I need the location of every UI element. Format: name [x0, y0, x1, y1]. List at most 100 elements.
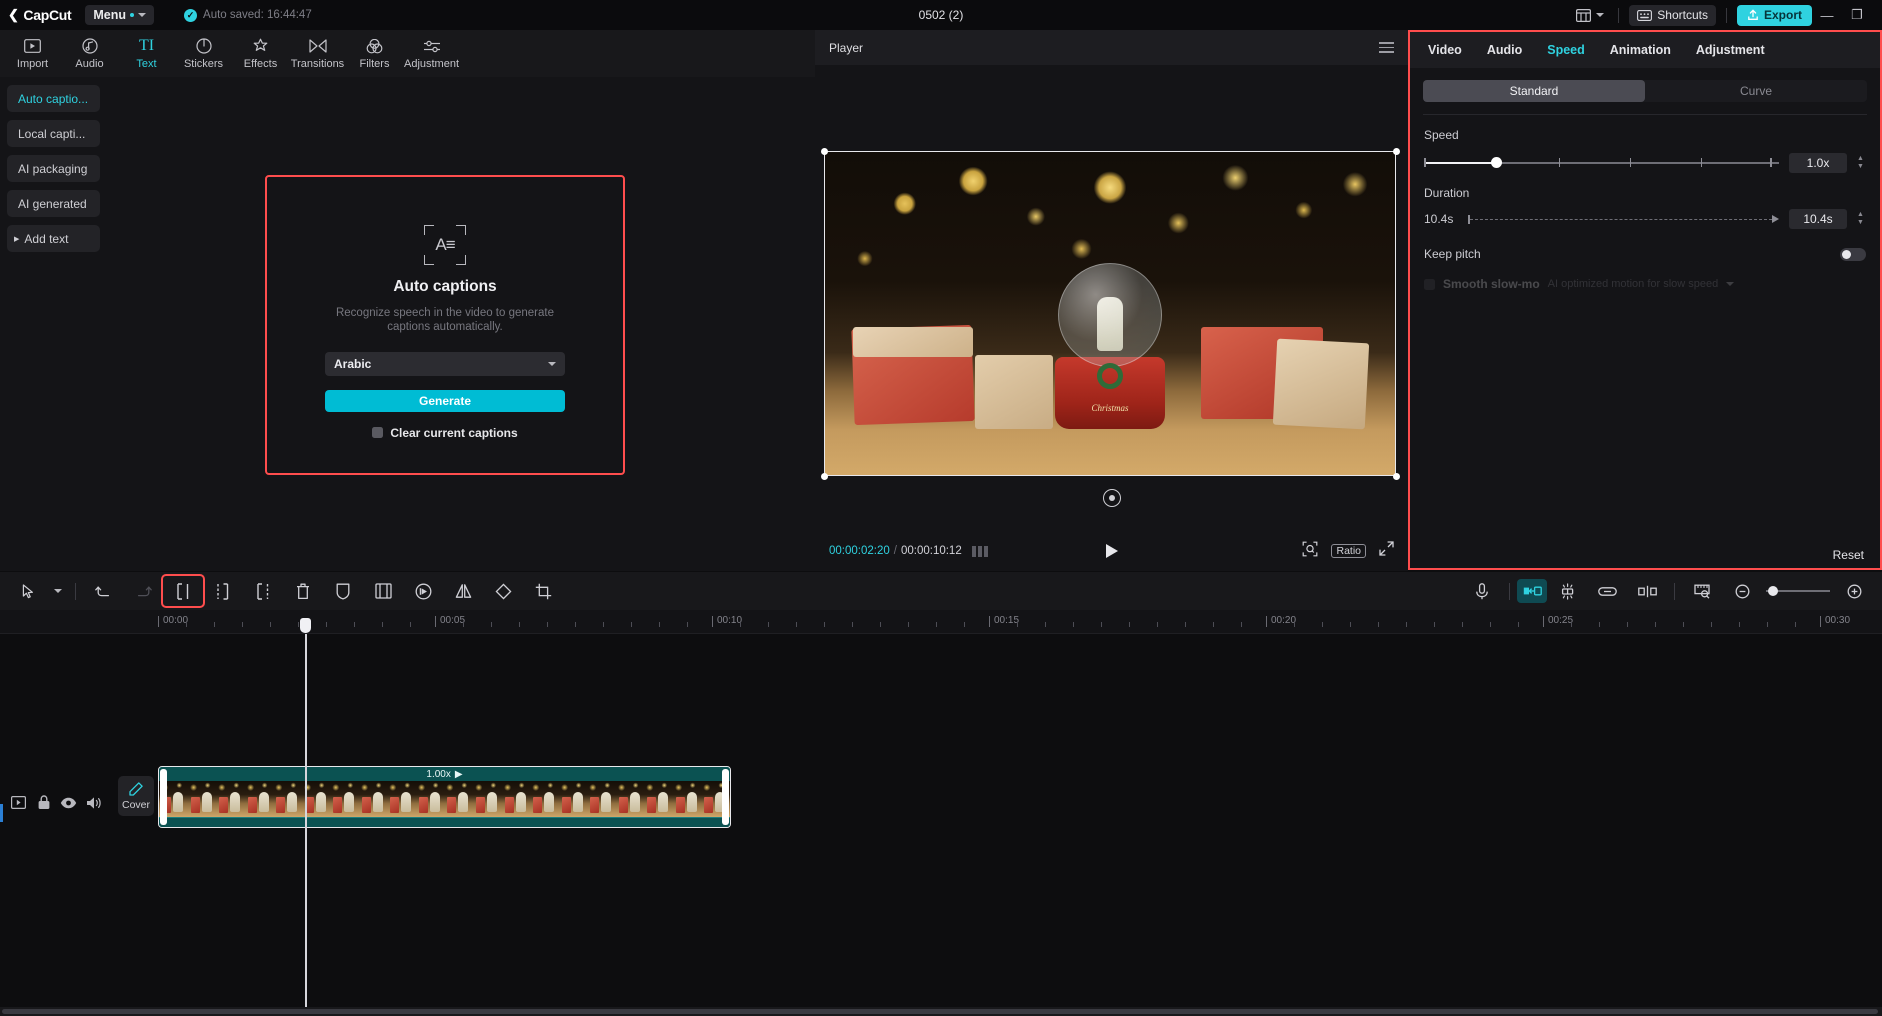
- select-dropdown-button[interactable]: [48, 576, 68, 606]
- fullscreen-icon[interactable]: [1379, 541, 1394, 561]
- rotate-button[interactable]: [483, 576, 523, 606]
- export-button[interactable]: Export: [1737, 5, 1812, 26]
- link-button[interactable]: [1587, 576, 1627, 606]
- tab-video[interactable]: Video: [1428, 43, 1462, 57]
- resize-handle-br[interactable]: [1393, 473, 1400, 480]
- tab-stickers[interactable]: Stickers: [175, 30, 232, 77]
- eye-icon[interactable]: [60, 794, 77, 811]
- delete-button[interactable]: [283, 576, 323, 606]
- freeze-button[interactable]: [363, 576, 403, 606]
- tab-animation[interactable]: Animation: [1610, 43, 1671, 57]
- zoom-preview-icon[interactable]: [1302, 541, 1318, 562]
- clip-speed-badge[interactable]: 1.00x ▶: [159, 767, 730, 781]
- select-tool-button[interactable]: [8, 576, 48, 606]
- player-title: Player: [829, 41, 863, 55]
- checkbox-icon[interactable]: [372, 427, 383, 438]
- play-icon[interactable]: [1106, 544, 1118, 558]
- tab-text[interactable]: TI Text: [118, 30, 175, 77]
- checkbox-icon[interactable]: [1424, 279, 1435, 290]
- slider-tick: [1424, 158, 1426, 167]
- magnet-button[interactable]: [1547, 576, 1587, 606]
- minimize-button[interactable]: —: [1812, 0, 1842, 30]
- menu-button[interactable]: Menu: [85, 5, 154, 25]
- audio-icon: [82, 38, 98, 55]
- adsorption-button[interactable]: [1627, 576, 1667, 606]
- resize-handle-bl[interactable]: [821, 473, 828, 480]
- frames-icon[interactable]: [972, 546, 988, 557]
- speed-stepper[interactable]: ▲▼: [1857, 156, 1866, 170]
- sidebar-item-local-captions[interactable]: Local capti...: [7, 120, 100, 147]
- speed-slider-knob[interactable]: [1491, 157, 1502, 168]
- tab-adjustment[interactable]: Adjustment: [403, 30, 460, 77]
- split-button[interactable]: [163, 576, 203, 606]
- rotate-handle-icon[interactable]: [1103, 489, 1121, 507]
- speaker-icon[interactable]: [85, 794, 102, 811]
- sidebar-item-ai-generated[interactable]: AI generated: [7, 190, 100, 217]
- capcut-logo-icon: ❮: [8, 7, 18, 23]
- speed-slider[interactable]: [1424, 156, 1779, 170]
- playhead-handle[interactable]: [300, 618, 311, 633]
- thumbnail: [416, 781, 445, 817]
- shortcuts-button[interactable]: Shortcuts: [1629, 5, 1716, 26]
- undo-button[interactable]: [83, 576, 123, 606]
- video-preview[interactable]: Christmas: [824, 151, 1396, 476]
- reset-button[interactable]: Reset: [1833, 548, 1864, 562]
- zoom-slider-knob[interactable]: [1768, 586, 1778, 596]
- zoom-in-button[interactable]: [1834, 576, 1874, 606]
- record-voiceover-button[interactable]: [1462, 576, 1502, 606]
- clip-trim-handle-right[interactable]: [722, 769, 729, 825]
- keep-pitch-toggle[interactable]: [1840, 248, 1866, 261]
- cover-button[interactable]: Cover: [118, 776, 154, 816]
- language-select[interactable]: Arabic: [325, 352, 565, 376]
- reverse-button[interactable]: [403, 576, 443, 606]
- measure-button[interactable]: [1682, 576, 1722, 606]
- generate-button[interactable]: Generate: [325, 390, 565, 412]
- tab-filters[interactable]: Filters: [346, 30, 403, 77]
- zoom-out-button[interactable]: [1722, 576, 1762, 606]
- speed-value-field[interactable]: 1.0x: [1789, 153, 1847, 173]
- hamburger-icon[interactable]: [1379, 42, 1394, 53]
- timeline-scrollbar[interactable]: [2, 1009, 1878, 1014]
- restore-button[interactable]: ❐: [1842, 0, 1872, 30]
- clip-trim-handle-left[interactable]: [160, 769, 167, 825]
- tab-import[interactable]: Import: [4, 30, 61, 77]
- chevron-down-icon[interactable]: [1726, 282, 1734, 286]
- tab-transitions[interactable]: Transitions: [289, 30, 346, 77]
- tab-audio[interactable]: Audio: [1487, 43, 1522, 57]
- duration-stepper[interactable]: ▲▼: [1857, 212, 1866, 226]
- ratio-button[interactable]: Ratio: [1331, 544, 1366, 558]
- reset-label: Reset: [1833, 548, 1864, 562]
- sidebar-item-add-text[interactable]: ▶ Add text: [7, 225, 100, 252]
- clear-captions-row[interactable]: Clear current captions: [372, 426, 517, 440]
- thumbnail: [273, 781, 302, 817]
- timeline-ruler[interactable]: 00:00 00:05 00:10 00:15: [0, 610, 1882, 634]
- tab-speed[interactable]: Speed: [1547, 43, 1585, 57]
- sidebar-item-auto-captions[interactable]: Auto captio...: [7, 85, 100, 112]
- layout-button[interactable]: [1572, 6, 1608, 25]
- segment-curve[interactable]: Curve: [1645, 80, 1867, 102]
- tab-adjustment[interactable]: Adjustment: [1696, 43, 1765, 57]
- playhead[interactable]: [305, 634, 307, 1016]
- resize-handle-tr[interactable]: [1393, 148, 1400, 155]
- auto-cut-button[interactable]: [1517, 579, 1547, 603]
- video-icon[interactable]: [10, 794, 27, 811]
- tab-audio[interactable]: Audio: [61, 30, 118, 77]
- shortcuts-label: Shortcuts: [1657, 8, 1708, 22]
- lock-icon[interactable]: [35, 794, 52, 811]
- video-clip[interactable]: 1.00x ▶: [158, 766, 731, 828]
- page-title: Auto captions: [393, 278, 496, 296]
- segment-standard[interactable]: Standard: [1423, 80, 1645, 102]
- duration-value-field[interactable]: 10.4s: [1789, 209, 1847, 229]
- resize-handle-tl[interactable]: [821, 148, 828, 155]
- mask-button[interactable]: [323, 576, 363, 606]
- mirror-button[interactable]: [443, 576, 483, 606]
- tab-effects[interactable]: Effects: [232, 30, 289, 77]
- timeline-zoom-slider[interactable]: [1766, 585, 1830, 597]
- sidebar-item-ai-packaging[interactable]: AI packaging: [7, 155, 100, 182]
- redo-button[interactable]: [123, 576, 163, 606]
- trim-left-button[interactable]: [203, 576, 243, 606]
- smooth-slowmo-row[interactable]: Smooth slow-mo AI optimized motion for s…: [1424, 277, 1866, 291]
- crop-button[interactable]: [523, 576, 563, 606]
- player-stage: Christmas: [815, 65, 1408, 509]
- trim-right-button[interactable]: [243, 576, 283, 606]
